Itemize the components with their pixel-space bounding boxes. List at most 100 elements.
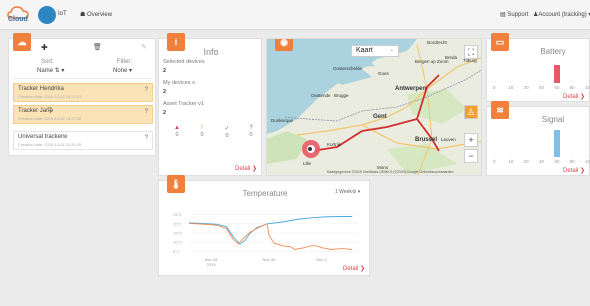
map-credit: Kaartgegevens ©2019 GeoBasis-DE/BKG (©20…: [327, 170, 454, 174]
signal-tick-mark: ·: [525, 153, 528, 158]
sort-select[interactable]: Name ⇅ ▾: [37, 67, 64, 74]
signal-tick-label: 20: [523, 159, 529, 164]
warning-count: 0: [200, 132, 204, 138]
battery-tick-mark: ·: [571, 79, 574, 84]
map-label: Oostende: [311, 93, 331, 98]
x-tick-label: 2019: [207, 262, 217, 267]
signal-tick-label: 80: [569, 159, 575, 164]
my-devices-value: 2: [163, 89, 167, 95]
check-icon: ✓: [224, 126, 230, 132]
signal-tick-mark: ·: [556, 153, 558, 158]
filter-select[interactable]: None ▾: [113, 67, 132, 74]
map-label: Kortrijk: [327, 142, 342, 147]
nav-account[interactable]: ♟Account (tracking) ▾: [533, 11, 590, 18]
warning-status[interactable]: ! 0: [196, 125, 208, 138]
asset-tracker-value: 2: [163, 110, 167, 116]
battery-tick-label: 40: [539, 85, 545, 90]
y-tick-label: 20°C: [173, 221, 182, 226]
nav-iot[interactable]: IoT: [58, 11, 67, 17]
map-label: Leuven: [441, 137, 456, 142]
temperature-chart: 25°C20°C15°C10°C5°CNov 282019Nov 30 Dec 2: [173, 212, 359, 267]
map-label: Dordrecht: [427, 40, 447, 45]
info-title: Info: [203, 47, 219, 57]
signal-tick-label: 10: [508, 159, 514, 164]
iot-icon[interactable]: [38, 6, 56, 24]
map-label: Bergen op Zoom: [415, 59, 449, 64]
signal-tick-label: 60: [554, 159, 560, 164]
signal-detail-link[interactable]: Detail ❯: [563, 167, 585, 174]
logo-text: Cloud: [8, 16, 28, 23]
delete-icon[interactable]: 🗑: [93, 43, 102, 51]
battery-tick-label: 10: [585, 85, 590, 90]
map-type-label: Kaart: [356, 47, 373, 54]
y-tick-label: 25°C: [173, 212, 182, 217]
sort-label: Sort:: [41, 59, 54, 65]
my-devices-label[interactable]: My devices ≡: [163, 80, 195, 86]
temperature-series-line: [188, 223, 353, 250]
tracker-name: Tracker Jan͡ᵽ: [18, 108, 53, 114]
help-icon[interactable]: ?: [145, 135, 148, 141]
globe-icon: ◉: [275, 39, 293, 51]
signal-tick-label: 10: [585, 159, 590, 164]
signal-tick-label: 40: [539, 159, 545, 164]
map-panel[interactable]: ◉ Dordrecht Breda Tilburg Bergen op Zoom…: [266, 38, 482, 176]
map-type-select[interactable]: Kaart ⌄: [351, 45, 399, 57]
info-panel: i Info Selected devices 2 My devices ≡ 2…: [158, 33, 262, 176]
tracker-name: Tracker Hendrika: [18, 86, 64, 92]
alarm-status[interactable]: ▲ 0: [171, 125, 183, 138]
battery-tick-mark: ·: [556, 79, 558, 84]
map-label: Brugge: [334, 93, 349, 98]
cloud-logo[interactable]: Cloud: [6, 4, 32, 26]
temperature-panel: 🌡 Temperature 1 Week⚙ ▾ 25°C 20°C 15°C 10°C…: [158, 175, 370, 276]
edit-icon[interactable]: ✎: [141, 43, 147, 51]
temperature-detail-link[interactable]: Detail ❯: [343, 265, 365, 272]
map-label: Dunkerque: [271, 118, 294, 123]
help-icon[interactable]: ?: [145, 87, 148, 93]
alarm-count: 0: [175, 132, 179, 138]
battery-tick-label: 0: [493, 85, 496, 90]
help-icon[interactable]: ?: [145, 109, 148, 115]
nav-overview-label: Overview: [87, 12, 113, 18]
unknown-status[interactable]: ? 0: [245, 125, 257, 138]
map-label: Lille: [303, 161, 312, 166]
map-label: Antwerpen: [395, 86, 427, 92]
tracker-item[interactable]: Tracker Jan͡ᵽ Creation date: 2019-12-02 …: [13, 105, 153, 124]
signal-panel: ≋ Signal 0 · 10 · 20 · 40 · 60 · 80 · 10 · Detail ❯: [486, 101, 590, 176]
asset-tracker-label: Asset Tracker v1: [163, 101, 204, 107]
battery-tick-label: 10: [508, 85, 514, 90]
y-tick-label: 15°C: [173, 231, 182, 236]
tracker-date: Creation date: 2019-12-01 11:25:35: [18, 142, 82, 147]
tracker-item[interactable]: Universal trackerᴡ Creation date: 2019-1…: [13, 131, 153, 150]
ok-status[interactable]: ✓ 0: [221, 125, 233, 139]
x-tick-label: Dec 2: [316, 257, 327, 262]
signal-title: Signal: [541, 115, 565, 124]
battery-tick-mark: ·: [525, 79, 528, 84]
battery-tick-mark: ·: [587, 79, 589, 84]
map-label: Brussel: [415, 137, 438, 143]
zoom-out-button[interactable]: −: [464, 149, 478, 163]
add-icon[interactable]: ✚: [41, 43, 48, 52]
account-label: Account (tracking): [538, 12, 587, 18]
zoom-in-button[interactable]: +: [464, 133, 478, 147]
nav-overview[interactable]: ☗ Overview: [80, 11, 112, 18]
y-tick-label: 10°C: [173, 240, 182, 245]
top-navigation: Cloud IoT ☗ Overview ▤ Support ♟Account …: [0, 0, 590, 30]
sort-filter-bar: Sort: Name ⇅ ▾ Filter: None ▾: [13, 59, 153, 79]
battery-tick-mark: ·: [541, 79, 543, 84]
warning-icon: !: [201, 125, 203, 131]
support-label: Support: [507, 12, 529, 18]
battery-tick-mark: ·: [495, 79, 497, 84]
signal-tick-mark: ·: [587, 153, 589, 158]
trackers-toolbar: ✚ 🗑 ✎: [39, 43, 153, 55]
fullscreen-icon[interactable]: ⛶: [464, 45, 478, 59]
question-icon: ?: [249, 125, 253, 131]
pegman-icon[interactable]: ♙: [464, 105, 478, 119]
tracker-item[interactable]: Tracker Hendrika Creation date: 2019-12-…: [13, 83, 153, 102]
selected-devices-label: Selected devices: [163, 59, 205, 65]
info-detail-link[interactable]: Detail ❯: [235, 165, 257, 172]
wifi-icon: ≋: [491, 101, 509, 119]
cloud-icon: ☁: [13, 33, 31, 51]
trackers-panel: ☁ ✚ 🗑 ✎ Sort: Name ⇅ ▾ Filter: None ▾ Tr…: [8, 33, 156, 156]
nav-support[interactable]: ▤ Support: [500, 11, 528, 18]
battery-detail-link[interactable]: Detail ❯: [563, 93, 585, 100]
